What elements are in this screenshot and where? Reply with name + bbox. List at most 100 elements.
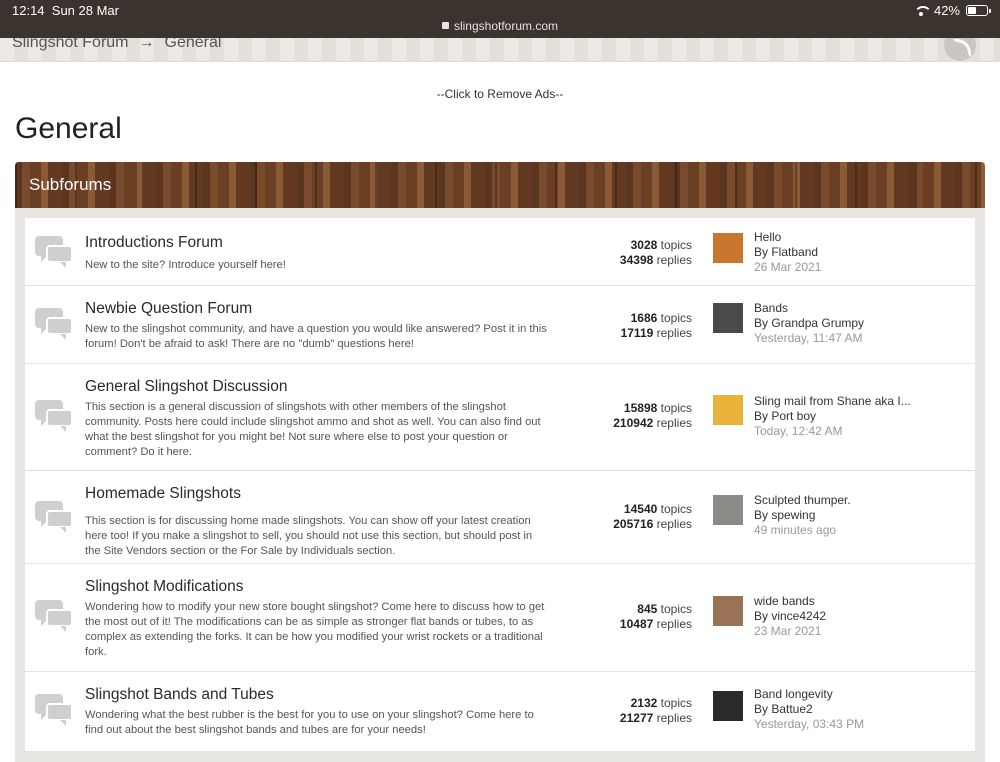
last-post-info: Sculpted thumper. By spewing 49 minutes … [754,493,969,538]
forum-stats: 1686 topics 17119 replies [582,311,692,341]
forum-description: Wondering what the best rubber is the be… [85,709,534,736]
forum-row[interactable]: Newbie Question Forum New to the slingsh… [25,286,975,364]
forum-title-link[interactable]: Slingshot Modifications [85,578,244,596]
forum-row[interactable]: General Slingshot Discussion This sectio… [25,364,975,471]
topic-count: 845 [637,602,658,616]
last-post-info: Bands By Grandpa Grumpy Yesterday, 11:47… [754,301,969,346]
last-post-title-link[interactable]: Bands [754,301,969,316]
subforums-panel: Subforums Introductions Forum New to the… [15,162,985,762]
topic-count: 2132 [630,696,658,710]
topics-label: topics [660,311,692,325]
topic-count: 3028 [630,238,658,252]
status-time: 12:14 Sun 28 Mar [12,3,119,18]
forum-row[interactable]: Slingshot Bands and Tubes Wondering what… [25,672,975,752]
wifi-icon [913,5,932,16]
forum-row[interactable]: Homemade Slingshots This section is for … [25,471,975,564]
reply-count: 21277 [619,711,654,725]
forum-description: This section is for discussing home made… [85,515,533,557]
forum-title-link[interactable]: Slingshot Bands and Tubes [85,686,274,704]
remove-ads-link[interactable]: --Click to Remove Ads-- [0,87,1000,101]
address-bar[interactable]: slingshotforum.com [0,19,1000,33]
last-post-avatar[interactable] [713,303,743,333]
status-bar: 12:14 Sun 28 Mar slingshotforum.com 42% [0,0,1000,38]
last-post-info: Hello By Flatband 26 Mar 2021 [754,230,969,275]
forum-stats: 14540 topics 205716 replies [582,502,692,532]
forum-stats: 15898 topics 210942 replies [582,401,692,431]
last-post-date: Yesterday, 03:43 PM [754,717,865,731]
last-post-avatar[interactable] [713,233,743,263]
last-post-avatar[interactable] [713,395,743,425]
replies-label: replies [656,617,692,631]
last-post-title-link[interactable]: Sculpted thumper. [754,493,969,508]
last-post-avatar[interactable] [713,596,743,626]
replies-label: replies [656,711,692,725]
topics-label: topics [660,602,692,616]
last-post-date: Yesterday, 11:47 AM [754,331,863,345]
forum-bubble-icon [35,308,73,342]
last-post-info: Band longevity By Battue2 Yesterday, 03:… [754,687,969,732]
breadcrumb-bar: Slingshot Forum → General [0,38,1000,62]
last-post-avatar[interactable] [713,691,743,721]
topics-label: topics [660,238,692,252]
last-post-title-link[interactable]: Sling mail from Shane aka I... [754,394,969,409]
last-post-date: 26 Mar 2021 [754,260,822,274]
battery-percent: 42% [933,3,960,18]
reply-count: 34398 [619,253,654,267]
forum-title-link[interactable]: Introductions Forum [85,234,223,252]
topics-label: topics [660,401,692,415]
subforum-list: Introductions Forum New to the site? Int… [25,218,975,752]
forum-description: New to the slingshot community, and have… [85,323,547,350]
forum-title-link[interactable]: General Slingshot Discussion [85,378,287,396]
last-post-author-link[interactable]: By vince4242 [754,609,969,624]
battery-icon [966,5,991,16]
topic-count: 14540 [623,502,658,516]
replies-label: replies [656,253,692,267]
last-post-date: Today, 12:42 AM [754,424,843,438]
forum-stats: 2132 topics 21277 replies [582,696,692,726]
last-post-author-link[interactable]: By spewing [754,508,969,523]
last-post-info: Sling mail from Shane aka I... By Port b… [754,394,969,439]
subforums-header: Subforums [15,162,985,208]
reply-count: 205716 [613,517,654,531]
replies-label: replies [656,416,692,430]
replies-label: replies [656,517,692,531]
last-post-avatar[interactable] [713,495,743,525]
forum-bubble-icon [35,694,73,728]
page-title: General [15,112,122,145]
topics-label: topics [660,502,692,516]
forum-bubble-icon [35,501,73,535]
lock-icon [441,22,449,29]
last-post-date: 23 Mar 2021 [754,624,822,638]
forum-description: Wondering how to modify your new store b… [85,601,545,658]
forum-bubble-icon [35,600,73,634]
forum-row[interactable]: Slingshot Modifications Wondering how to… [25,564,975,672]
last-post-date: 49 minutes ago [754,523,837,537]
breadcrumb: Slingshot Forum → General [12,38,221,52]
reply-count: 210942 [613,416,654,430]
replies-label: replies [656,326,692,340]
breadcrumb-root-link[interactable]: Slingshot Forum [12,38,129,51]
last-post-author-link[interactable]: By Flatband [754,245,969,260]
forum-stats: 845 topics 10487 replies [582,602,692,632]
last-post-title-link[interactable]: Hello [754,230,969,245]
breadcrumb-arrow: → [138,38,155,51]
forum-row[interactable]: Introductions Forum New to the site? Int… [25,218,975,286]
reply-count: 17119 [620,326,654,340]
forum-title-link[interactable]: Homemade Slingshots [85,485,241,503]
forum-title-link[interactable]: Newbie Question Forum [85,300,252,318]
last-post-author-link[interactable]: By Grandpa Grumpy [754,316,969,331]
last-post-info: wide bands By vince4242 23 Mar 2021 [754,594,969,639]
forum-description: New to the site? Introduce yourself here… [85,259,286,271]
breadcrumb-current-link[interactable]: General [165,38,222,51]
last-post-title-link[interactable]: wide bands [754,594,969,609]
forum-description: This section is a general discussion of … [85,401,541,458]
topic-count: 15898 [623,401,658,415]
last-post-title-link[interactable]: Band longevity [754,687,969,702]
last-post-author-link[interactable]: By Port boy [754,409,969,424]
forum-bubble-icon [35,236,73,270]
last-post-author-link[interactable]: By Battue2 [754,702,969,717]
topic-count: 1686 [630,311,658,325]
forum-bubble-icon [35,400,73,434]
topics-label: topics [660,696,692,710]
rss-icon[interactable] [944,38,976,61]
